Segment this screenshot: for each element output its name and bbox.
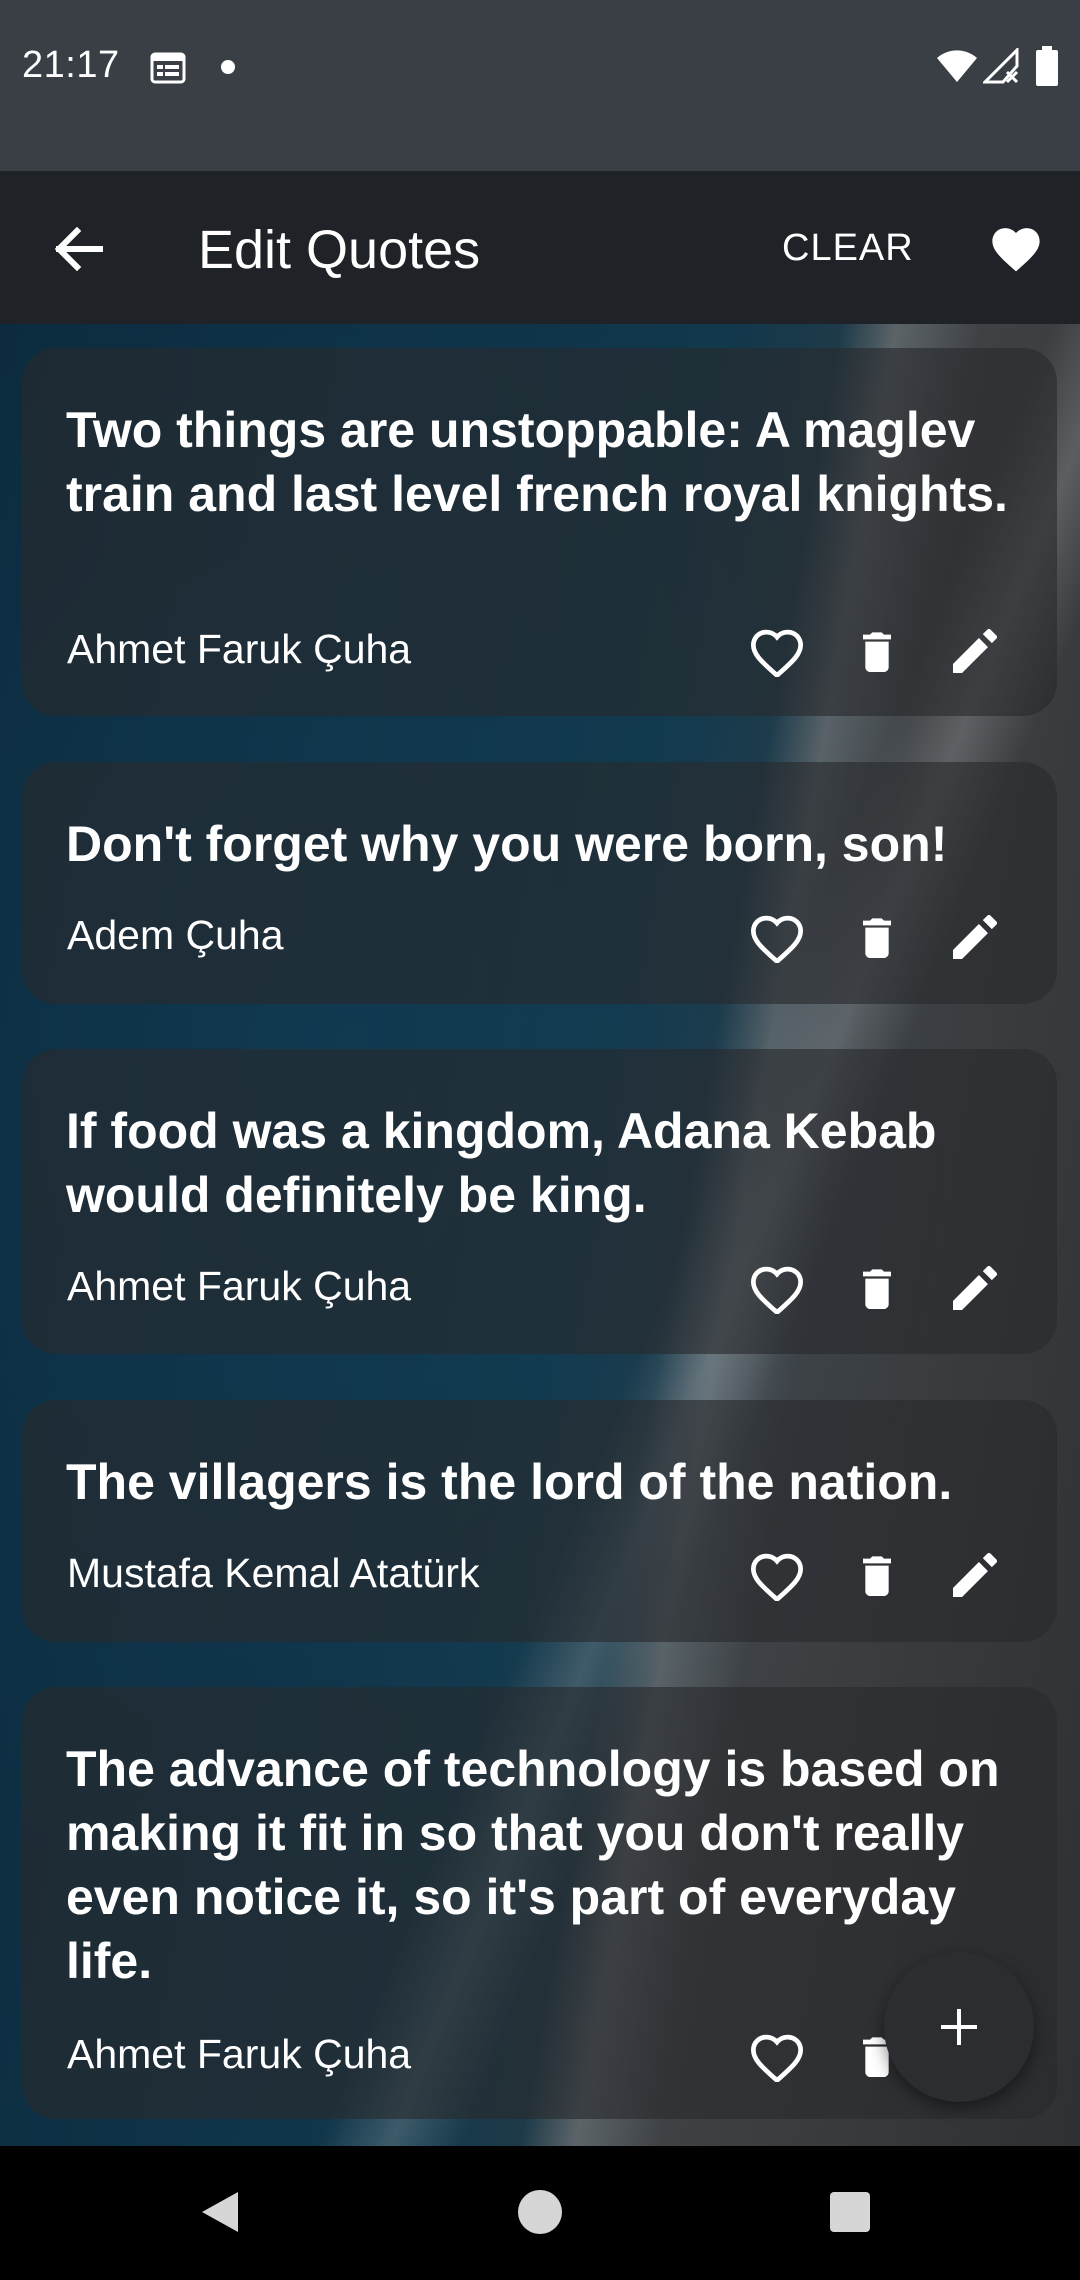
heart-outline-icon [750, 1553, 804, 1601]
edit-button[interactable] [940, 902, 1010, 972]
nav-back-icon[interactable] [200, 2190, 240, 2234]
quote-author: Mustafa Kemal Atatürk [67, 1550, 480, 1596]
app-bar: Edit Quotes CLEAR [0, 171, 1080, 324]
back-button[interactable] [38, 209, 118, 289]
heart-outline-icon [750, 1266, 804, 1314]
heart-filled-icon [992, 228, 1040, 272]
delete-button[interactable] [842, 1253, 912, 1323]
quote-text: If food was a kingdom, Adana Kebab would… [66, 1103, 937, 1223]
favorite-button[interactable] [742, 616, 812, 686]
pencil-icon [953, 915, 997, 959]
trash-icon [863, 632, 891, 672]
clear-button[interactable]: CLEAR [782, 227, 914, 270]
edit-button[interactable] [940, 1540, 1010, 1610]
heart-outline-icon [750, 2034, 804, 2082]
heart-outline-icon [750, 915, 804, 963]
wifi-icon [937, 50, 977, 82]
pencil-icon [953, 1266, 997, 1310]
quote-author: Ahmet Faruk Çuha [67, 2031, 412, 2077]
edit-button[interactable] [940, 1253, 1010, 1323]
favorites-button[interactable] [978, 209, 1054, 285]
signal-icon [983, 48, 1019, 84]
quote-card: Two things are unstoppable: A maglev tra… [22, 348, 1057, 716]
delete-button[interactable] [842, 902, 912, 972]
quote-text: The villagers is the lord of the nation. [66, 1454, 953, 1510]
favorite-button[interactable] [742, 1540, 812, 1610]
quote-card: The villagers is the lord of the nation.… [22, 1400, 1057, 1642]
page-title: Edit Quotes [198, 220, 481, 280]
favorite-button[interactable] [742, 2021, 812, 2091]
trash-icon [863, 1556, 891, 1596]
delete-button[interactable] [842, 1540, 912, 1610]
edit-button[interactable] [940, 616, 1010, 686]
quote-card: Don't forget why you were born, son! Ade… [22, 762, 1057, 1004]
status-time: 21:17 [22, 44, 120, 86]
notification-dot-icon [221, 60, 235, 74]
quote-card: If food was a kingdom, Adana Kebab would… [22, 1049, 1057, 1354]
plus-icon [941, 2009, 977, 2045]
quote-text: The advance of technology is based on ma… [66, 1741, 1000, 1989]
nav-recents-icon[interactable] [830, 2192, 870, 2232]
quote-list[interactable]: Two things are unstoppable: A maglev tra… [0, 324, 1080, 2146]
quote-author: Ahmet Faruk Çuha [67, 1263, 412, 1309]
quote-author: Ahmet Faruk Çuha [67, 626, 412, 672]
quote-author: Adem Çuha [67, 912, 284, 958]
favorite-button[interactable] [742, 902, 812, 972]
pencil-icon [953, 629, 997, 673]
add-quote-button[interactable] [884, 1952, 1034, 2102]
trash-icon [863, 1269, 891, 1309]
battery-icon [1036, 46, 1058, 86]
heart-outline-icon [750, 629, 804, 677]
calendar-icon [150, 52, 186, 84]
favorite-button[interactable] [742, 1253, 812, 1323]
status-bar: 21:17 [0, 0, 1080, 171]
screen: 21:17 Edit Quotes CLEAR Two things are u… [0, 0, 1080, 2280]
quote-text: Two things are unstoppable: A maglev tra… [66, 402, 1008, 522]
trash-icon [863, 918, 891, 958]
quote-text: Don't forget why you were born, son! [66, 816, 948, 872]
arrow-back-icon [54, 227, 103, 271]
pencil-icon [953, 1553, 997, 1597]
delete-button[interactable] [842, 616, 912, 686]
system-nav-bar [0, 2146, 1080, 2280]
nav-home-icon[interactable] [518, 2190, 562, 2234]
